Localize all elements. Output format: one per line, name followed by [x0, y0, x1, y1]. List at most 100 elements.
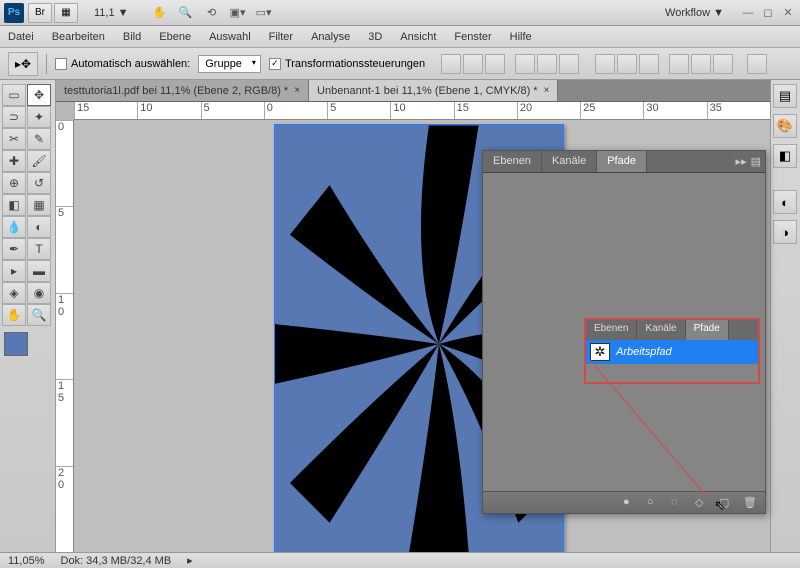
align-buttons — [441, 54, 767, 74]
masks-panel-icon[interactable]: ◑ — [773, 220, 797, 244]
stroke-path-icon[interactable]: ○ — [647, 496, 661, 510]
distribute-btn[interactable] — [617, 54, 637, 74]
panel-collapse-icon[interactable]: ▸▸ — [736, 155, 747, 168]
align-btn[interactable] — [559, 54, 579, 74]
marquee-tool[interactable]: ▭ — [2, 84, 26, 106]
align-btn[interactable] — [537, 54, 557, 74]
panel-tab-ebenen[interactable]: Ebenen — [483, 151, 542, 172]
transform-checkbox[interactable]: ✓ Transformationssteuerungen — [269, 58, 425, 70]
distribute-btn[interactable] — [639, 54, 659, 74]
ruler-vertical[interactable]: 051 01 52 0 — [56, 120, 74, 552]
eyedropper-tool[interactable]: ✎ — [27, 128, 51, 150]
document-tab[interactable]: testtutoria1l.pdf bei 11,1% (Ebene 2, RG… — [56, 80, 309, 101]
lasso-tool[interactable]: ⊃ — [2, 106, 26, 128]
menubar: Datei Bearbeiten Bild Ebene Auswahl Filt… — [0, 26, 800, 48]
align-btn[interactable] — [485, 54, 505, 74]
screen-mode-icon[interactable]: ▭▾ — [255, 5, 273, 21]
menu-ansicht[interactable]: Ansicht — [400, 31, 436, 43]
ruler-horizontal[interactable]: 1510505101520253035 — [74, 102, 770, 120]
eraser-tool[interactable]: ◧ — [2, 194, 26, 216]
zoom-icon[interactable]: 🔍 — [177, 5, 195, 21]
checkbox-icon — [55, 58, 67, 70]
stamp-tool[interactable]: ⊕ — [2, 172, 26, 194]
foreground-color[interactable] — [4, 332, 28, 356]
workspace-switcher[interactable]: Workflow ▼ — [657, 5, 732, 21]
distribute-btn[interactable] — [595, 54, 615, 74]
move-tool-preset[interactable]: ▸✥ — [8, 52, 38, 76]
selection-to-path-icon[interactable]: ◇ — [695, 496, 709, 510]
bridge-button[interactable]: Br — [28, 3, 52, 23]
history-brush-tool[interactable]: ↺ — [27, 172, 51, 194]
shape-tool[interactable]: ▬ — [27, 260, 51, 282]
3d-tool[interactable]: ◈ — [2, 282, 26, 304]
auto-select-mode[interactable]: Gruppe — [198, 55, 261, 73]
rotate-icon[interactable]: ⟲ — [203, 5, 221, 21]
path-to-selection-icon[interactable]: ◌ — [671, 496, 685, 510]
tab-close-icon[interactable]: × — [294, 85, 300, 96]
pen-tool[interactable]: ✒ — [2, 238, 26, 260]
menu-fenster[interactable]: Fenster — [454, 31, 491, 43]
minimize-button[interactable]: — — [740, 6, 756, 20]
menu-ebene[interactable]: Ebene — [159, 31, 191, 43]
menu-datei[interactable]: Datei — [8, 31, 34, 43]
3d-camera-tool[interactable]: ◉ — [27, 282, 51, 304]
align-btn[interactable] — [441, 54, 461, 74]
status-arrow-icon[interactable]: ▸ — [187, 554, 193, 567]
toolbox: ▭✥ ⊃✦ ✂✎ ✚🖌 ⊕↺ ◧▦ 💧◐ ✒T ▸▬ ◈◉ ✋🔍 — [0, 80, 56, 552]
new-path-icon[interactable]: ▢ — [719, 496, 733, 510]
path-thumbnail: ✲ — [590, 343, 610, 361]
auto-align-btn[interactable] — [747, 54, 767, 74]
minibridge-button[interactable]: ▦ — [54, 3, 78, 23]
brush-tool[interactable]: 🖌 — [27, 150, 51, 172]
swatches-panel-icon[interactable]: ◧ — [773, 144, 797, 168]
distribute-btn[interactable] — [669, 54, 689, 74]
align-btn[interactable] — [515, 54, 535, 74]
wand-tool[interactable]: ✦ — [27, 106, 51, 128]
menu-bild[interactable]: Bild — [123, 31, 141, 43]
path-row[interactable]: ✲ Arbeitspfad — [586, 340, 758, 364]
blur-tool[interactable]: 💧 — [2, 216, 26, 238]
tab-close-icon[interactable]: × — [544, 85, 550, 96]
delete-path-icon[interactable]: 🗑 — [743, 496, 757, 510]
zoom-tool[interactable]: 🔍 — [27, 304, 51, 326]
type-tool[interactable]: T — [27, 238, 51, 260]
distribute-btn[interactable] — [691, 54, 711, 74]
panel-menu-icon[interactable]: ▤ — [751, 155, 761, 168]
auto-select-label: Automatisch auswählen: — [71, 58, 190, 70]
dodge-tool[interactable]: ◐ — [27, 216, 51, 238]
crop-tool[interactable]: ✂ — [2, 128, 26, 150]
panel-tab-pfade[interactable]: Pfade — [597, 151, 647, 172]
menu-analyse[interactable]: Analyse — [311, 31, 350, 43]
arrange-icon[interactable]: ▣▾ — [229, 5, 247, 21]
inner-tab-ebenen[interactable]: Ebenen — [586, 320, 637, 340]
heal-tool[interactable]: ✚ — [2, 150, 26, 172]
distribute-btn[interactable] — [713, 54, 733, 74]
close-button[interactable]: ✕ — [780, 6, 796, 20]
panel-footer: ● ○ ◌ ◇ ▢ 🗑 — [483, 491, 765, 513]
move-tool[interactable]: ✥ — [27, 84, 51, 106]
adjustments-panel-icon[interactable]: ◐ — [773, 190, 797, 214]
document-tabs: testtutoria1l.pdf bei 11,1% (Ebene 2, RG… — [56, 80, 770, 102]
fill-path-icon[interactable]: ● — [623, 496, 637, 510]
hand-icon[interactable]: ✋ — [151, 5, 169, 21]
document-tab[interactable]: Unbenannt-1 bei 11,1% (Ebene 1, CMYK/8) … — [309, 80, 558, 101]
inner-tab-pfade[interactable]: Pfade — [686, 320, 729, 340]
menu-bearbeiten[interactable]: Bearbeiten — [52, 31, 105, 43]
maximize-button[interactable]: ◻ — [760, 6, 776, 20]
hand-tool[interactable]: ✋ — [2, 304, 26, 326]
history-panel-icon[interactable]: ▤ — [773, 84, 797, 108]
panel-tab-kanaele[interactable]: Kanäle — [542, 151, 597, 172]
doc-info[interactable]: Dok: 34,3 MB/32,4 MB — [61, 555, 172, 567]
gradient-tool[interactable]: ▦ — [27, 194, 51, 216]
align-btn[interactable] — [463, 54, 483, 74]
auto-select-checkbox[interactable]: Automatisch auswählen: — [55, 58, 190, 70]
menu-hilfe[interactable]: Hilfe — [510, 31, 532, 43]
menu-auswahl[interactable]: Auswahl — [209, 31, 251, 43]
inner-tab-kanaele[interactable]: Kanäle — [637, 320, 685, 340]
color-panel-icon[interactable]: 🎨 — [773, 114, 797, 138]
zoom-display[interactable]: 11,1 ▼ — [88, 5, 135, 21]
menu-filter[interactable]: Filter — [269, 31, 293, 43]
menu-3d[interactable]: 3D — [368, 31, 382, 43]
zoom-status[interactable]: 11,05% — [8, 555, 45, 567]
path-select-tool[interactable]: ▸ — [2, 260, 26, 282]
